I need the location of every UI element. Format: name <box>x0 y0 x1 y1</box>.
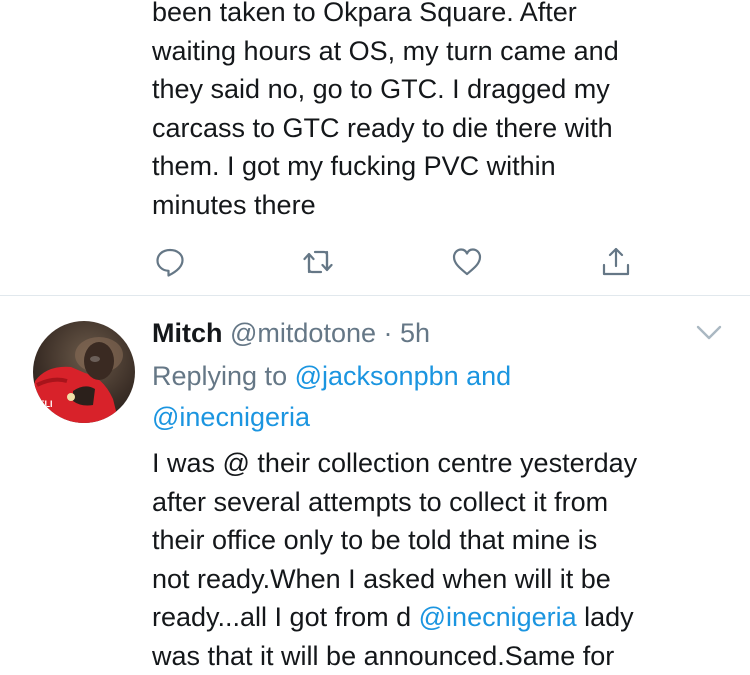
more-options-button[interactable] <box>694 322 724 344</box>
user-name[interactable]: Mitch <box>152 318 223 348</box>
tweet-line: them. I got my fucking PVC within <box>152 147 732 186</box>
tweet-line-text: lady <box>584 602 634 632</box>
user-handle[interactable]: @mitdotone <box>230 318 376 348</box>
reply-button[interactable] <box>150 242 190 282</box>
tweet-line: was that it will be announced.Same for <box>152 637 732 675</box>
reply-and-label[interactable]: and <box>466 361 511 391</box>
reply-mention-inecnigeria[interactable]: @inecnigeria <box>152 402 310 432</box>
tweet-line: after several attempts to collect it fro… <box>152 483 732 522</box>
tweet-line: carcass to GTC ready to die there with <box>152 109 732 148</box>
separator-dot: · <box>384 318 393 348</box>
reply-mention-jacksonpbn[interactable]: @jacksonpbn <box>295 361 459 391</box>
tweet-line: minutes there <box>152 186 732 225</box>
replying-to-label: Replying to <box>152 361 287 391</box>
tweet-actions <box>0 242 750 282</box>
share-button[interactable] <box>596 242 636 282</box>
tweet-timestamp[interactable]: 5h <box>400 318 430 348</box>
like-button[interactable] <box>447 242 487 282</box>
reply-icon <box>154 246 186 278</box>
tweet-line: ready...all I got from d @inecnigeria la… <box>152 598 732 637</box>
replying-to-line-2: @inecnigeria <box>152 397 310 437</box>
previous-tweet-text: been taken to Okpara Square. After waiti… <box>152 0 732 224</box>
retweet-icon <box>302 246 334 278</box>
tweet-text: I was @ their collection centre yesterda… <box>152 444 732 675</box>
mention-inecnigeria[interactable]: @inecnigeria <box>419 602 577 632</box>
avatar-image: FLI <box>33 321 135 423</box>
share-icon <box>600 246 632 278</box>
heart-icon <box>451 246 483 278</box>
tweet-line: their office only to be told that mine i… <box>152 521 732 560</box>
chevron-down-icon <box>694 322 724 344</box>
tweet-line: waiting hours at OS, my turn came and <box>152 32 732 71</box>
tweet-divider <box>0 295 750 296</box>
svg-text:FLI: FLI <box>39 399 53 409</box>
tweet-line-text: ready...all I got from d <box>152 602 411 632</box>
replying-to-line: Replying to @jacksonpbn and <box>152 356 511 396</box>
tweet-header: Mitch @mitdotone · 5h <box>152 316 430 350</box>
tweet-line: I was @ their collection centre yesterda… <box>152 444 732 483</box>
tweet-line: they said no, go to GTC. I dragged my <box>152 70 732 109</box>
retweet-button[interactable] <box>298 242 338 282</box>
tweet-line: not ready.When I asked when will it be <box>152 560 732 599</box>
avatar[interactable]: FLI <box>33 321 135 423</box>
tweet-line: been taken to Okpara Square. After <box>152 0 732 32</box>
